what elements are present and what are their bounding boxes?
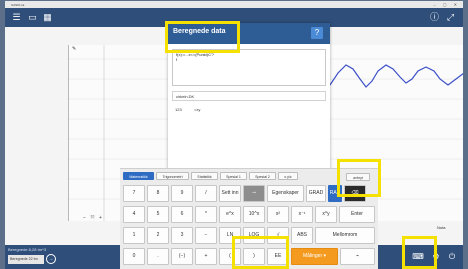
key-divide[interactable]: / [195, 185, 217, 202]
key-6[interactable]: 6 [171, 206, 193, 223]
key-0[interactable]: 0 [123, 248, 145, 265]
variable-button[interactable]: =xy [194, 105, 200, 114]
key-square[interactable]: x² [267, 206, 289, 223]
status-label: Beregnede 8,28 tm^3 [8, 247, 47, 252]
key-negate[interactable]: (−) [171, 248, 193, 265]
key-7[interactable]: 7 [123, 185, 145, 202]
key-exp[interactable]: e^x [219, 206, 241, 223]
edit-icon[interactable]: ✎ [72, 46, 78, 52]
key-1[interactable]: 1 [123, 227, 145, 244]
key-multiply[interactable]: * [195, 206, 217, 223]
graph-view-icon[interactable]: ▦ [42, 12, 53, 23]
info-icon[interactable]: ⓘ [429, 12, 440, 23]
tab-xyz[interactable]: x.y/z [278, 172, 298, 180]
measurements-dropdown[interactable]: Målinger ▾ [291, 248, 338, 265]
key-ten-power[interactable]: 10^x [243, 206, 265, 223]
app-title: CASIO.ca [11, 3, 25, 7]
key-plus[interactable]: + [195, 248, 217, 265]
key-8[interactable]: 8 [147, 185, 169, 202]
key-special[interactable]: ⌁ [340, 248, 375, 265]
app-window: CASIO.ca – ▢ ✕ ☰ ▭ ▦ ⓘ ⤢ ✎ Nota − ⤧ + Be… [5, 1, 463, 269]
window-controls[interactable]: – ▢ ✕ [433, 2, 460, 7]
document-icon[interactable]: ▭ [27, 12, 38, 23]
highlight-box [337, 159, 381, 197]
tab-matematikk[interactable]: Matematikk [123, 172, 154, 180]
arrow-circle-icon[interactable]: → [46, 254, 56, 264]
key-4[interactable]: 4 [123, 206, 145, 223]
tab-statistikk[interactable]: Statistikk [191, 172, 218, 180]
number-format-button[interactable]: 123 [175, 105, 182, 114]
result-field[interactable]: cirkeln.DK [172, 91, 326, 101]
power-icon[interactable]: ⏻ [446, 251, 458, 263]
status-bar: Beregnede 8,28 tm^3 Beregnede 22 tm → [5, 245, 120, 269]
key-grad[interactable]: GRAD [306, 185, 326, 202]
tab-spesial-2[interactable]: Spesial 2 [249, 172, 276, 180]
zoom-in-icon[interactable]: + [97, 215, 104, 222]
side-hint: Nota [437, 225, 446, 230]
measurement-curve [329, 64, 463, 88]
expression-input[interactable]: f(x):=...x<=(Punkt)C'? f [172, 49, 326, 86]
key-2[interactable]: 2 [147, 227, 169, 244]
tab-spesial-1[interactable]: Spesial 1 [220, 172, 247, 180]
key-5[interactable]: 5 [147, 206, 169, 223]
zoom-out-icon[interactable]: − [81, 215, 88, 222]
key-unit[interactable]: ⊸ [243, 185, 265, 202]
hamburger-icon[interactable]: ☰ [11, 12, 22, 23]
key-abs[interactable]: ABS [291, 227, 313, 244]
key-insert[interactable]: Sett inn [219, 185, 241, 202]
enter-key[interactable]: Enter [339, 206, 375, 223]
key-9[interactable]: 9 [171, 185, 193, 202]
key-properties[interactable]: Egenskaper [267, 185, 304, 202]
key-power[interactable]: x^y [315, 206, 337, 223]
tab-trigonometri[interactable]: Trigonometri [156, 172, 189, 180]
key-decimal[interactable]: . [147, 248, 169, 265]
highlight-box [232, 236, 289, 269]
title-bar: CASIO.ca – ▢ ✕ [5, 1, 463, 8]
zoom-fit-icon[interactable]: ⤧ [89, 215, 96, 222]
key-inverse[interactable]: x⁻¹ [291, 206, 313, 223]
highlight-box [402, 236, 437, 269]
key-minus[interactable]: − [195, 227, 217, 244]
expand-icon[interactable]: ⤢ [445, 12, 456, 23]
expression-line: f [176, 57, 178, 62]
status-chip[interactable]: Beregnede 22 tm [8, 255, 44, 264]
key-3[interactable]: 3 [171, 227, 193, 244]
highlight-box [165, 21, 240, 53]
help-button[interactable]: ? [311, 27, 323, 39]
space-key[interactable]: Mellomrom [315, 227, 375, 244]
